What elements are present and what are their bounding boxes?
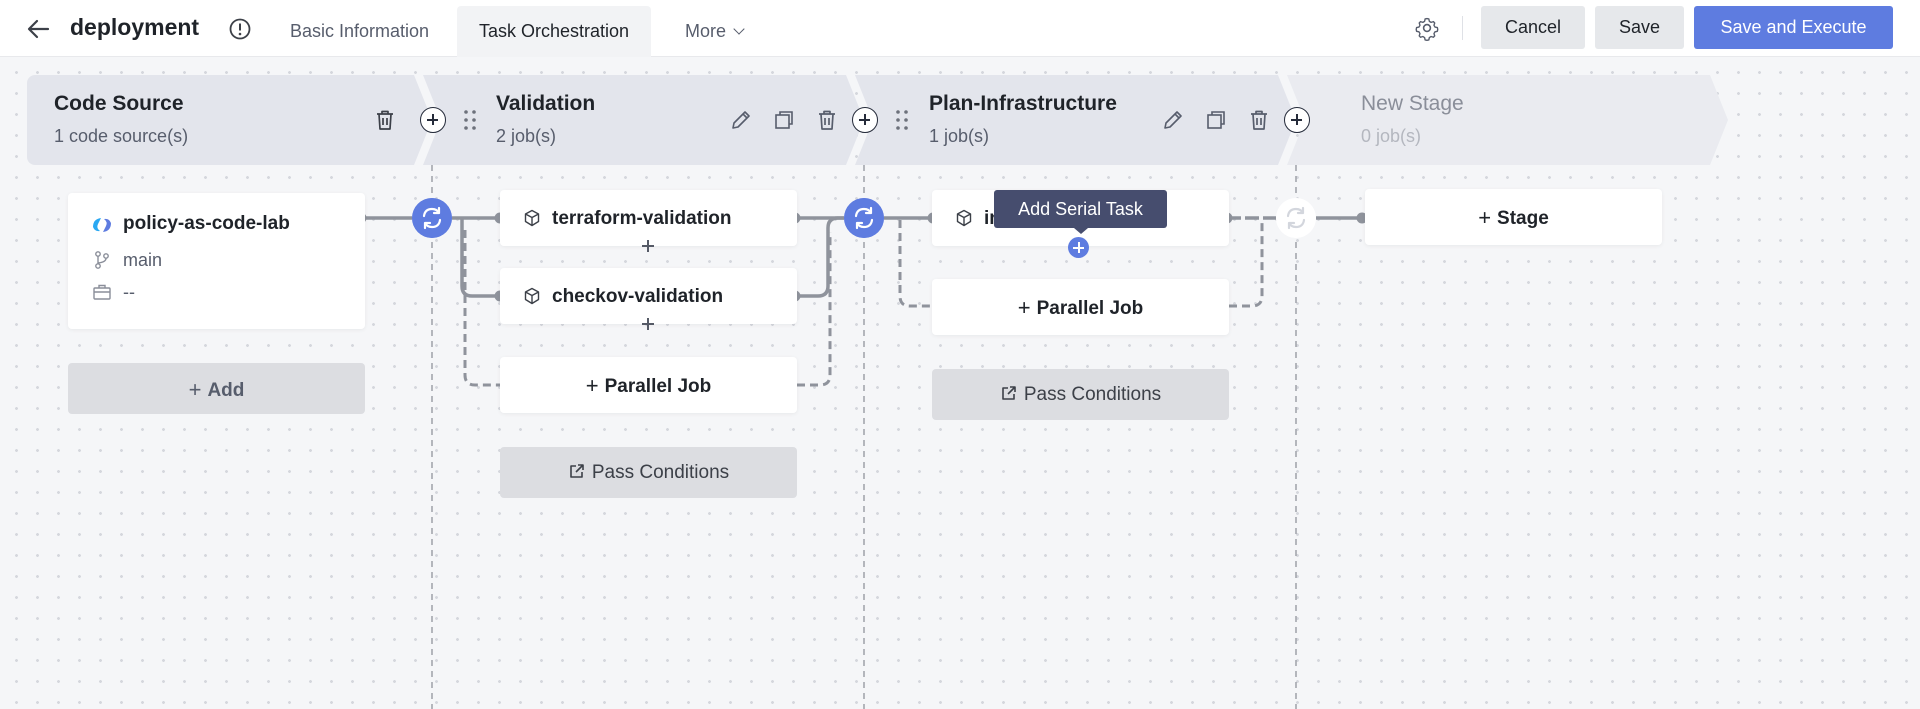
pass-conditions-button[interactable]: Pass Conditions — [932, 369, 1229, 420]
share-icon — [570, 464, 584, 478]
stage-header-code-source[interactable]: Code Source 1 code source(s) — [27, 75, 432, 165]
save-and-execute-button[interactable]: Save and Execute — [1694, 6, 1893, 49]
job-cube-icon — [956, 209, 972, 227]
plus-icon: + — [1478, 205, 1492, 230]
top-header: deployment Basic Information Task Orches… — [0, 0, 1920, 57]
branch-icon — [95, 251, 109, 269]
gear-icon[interactable] — [1414, 15, 1440, 41]
button-label: Pass Conditions — [1023, 384, 1162, 405]
code-source-branch: main — [123, 250, 163, 270]
tab-basic-information[interactable]: Basic Information — [268, 6, 451, 57]
stage-subtitle: 2 job(s) — [496, 126, 557, 146]
stage-subtitle: 1 job(s) — [929, 126, 990, 146]
edit-icon[interactable] — [1160, 107, 1186, 133]
refresh-connector-icon[interactable] — [844, 198, 884, 238]
refresh-connector-icon[interactable] — [1276, 198, 1316, 238]
add-stage-job-button[interactable]: + Stage — [1365, 189, 1662, 245]
button-label: Pass Conditions — [591, 462, 730, 483]
job-name: checkov-validation — [552, 286, 724, 307]
code-source-card[interactable]: policy-as-code-lab main -- — [68, 193, 365, 329]
drag-handle-icon[interactable] — [895, 108, 909, 132]
stage-header-new-stage[interactable]: New Stage 0 job(s) — [1287, 75, 1728, 165]
button-label: Add — [207, 380, 245, 401]
briefcase-icon — [93, 284, 111, 300]
copy-icon[interactable] — [771, 107, 797, 133]
trash-icon[interactable] — [372, 107, 398, 133]
add-serial-task-button[interactable] — [1068, 237, 1089, 258]
code-source-value: -- — [123, 282, 135, 302]
trash-icon[interactable] — [814, 107, 840, 133]
header-divider — [1462, 16, 1463, 40]
tab-label: Task Orchestration — [479, 21, 630, 41]
parallel-job-button[interactable]: + Parallel Job — [500, 357, 797, 413]
stage-name: Plan-Infrastructure — [929, 92, 1117, 115]
plus-icon: + — [1017, 295, 1031, 320]
tab-label: Basic Information — [290, 21, 430, 41]
tab-task-orchestration[interactable]: Task Orchestration — [457, 6, 652, 57]
pass-conditions-button[interactable]: Pass Conditions — [500, 447, 797, 498]
button-label: Parallel Job — [604, 376, 712, 397]
cancel-button[interactable]: Cancel — [1481, 6, 1585, 49]
stage-header-validation[interactable]: Validation 2 job(s) — [423, 75, 864, 165]
drag-handle-icon[interactable] — [463, 108, 477, 132]
refresh-connector-icon[interactable] — [412, 198, 452, 238]
copy-icon[interactable] — [1203, 107, 1229, 133]
job-cube-icon — [524, 287, 540, 305]
add-stage-button[interactable] — [852, 107, 878, 133]
add-stage-button[interactable] — [420, 107, 446, 133]
tooltip-add-serial-task: Add Serial Task — [994, 190, 1167, 234]
edit-icon[interactable] — [728, 107, 754, 133]
stage-name: Code Source — [54, 92, 184, 115]
job-name: terraform-validation — [552, 208, 732, 229]
button-label: Parallel Job — [1036, 298, 1144, 319]
job-cube-icon — [524, 209, 540, 227]
stage-subtitle: 0 job(s) — [1361, 126, 1422, 146]
trash-icon[interactable] — [1246, 107, 1272, 133]
share-icon — [1002, 386, 1016, 400]
add-serial-task-button[interactable] — [639, 315, 657, 333]
tab-more[interactable]: More — [663, 6, 765, 57]
page-title: deployment — [70, 14, 200, 40]
stage-subtitle: 1 code source(s) — [54, 126, 189, 146]
add-code-source-button[interactable]: + Add — [68, 363, 365, 414]
repo-logo-icon — [93, 218, 111, 232]
tab-label: More — [685, 21, 727, 41]
code-source-name: policy-as-code-lab — [123, 213, 290, 234]
stage-header-plan-infrastructure[interactable]: Plan-Infrastructure 1 job(s) — [855, 75, 1296, 165]
add-serial-task-button[interactable] — [639, 237, 657, 255]
back-arrow-icon[interactable] — [24, 15, 52, 43]
button-label: Stage — [1497, 208, 1549, 229]
stage-name: Validation — [496, 92, 596, 115]
chevron-down-icon — [733, 23, 745, 35]
save-button[interactable]: Save — [1595, 6, 1684, 49]
add-stage-button[interactable] — [1284, 107, 1310, 133]
plus-icon: + — [585, 373, 599, 398]
stage-name: New Stage — [1361, 92, 1464, 115]
parallel-job-button[interactable]: + Parallel Job — [932, 279, 1229, 335]
plus-icon: + — [188, 377, 202, 402]
info-icon[interactable] — [228, 17, 252, 41]
